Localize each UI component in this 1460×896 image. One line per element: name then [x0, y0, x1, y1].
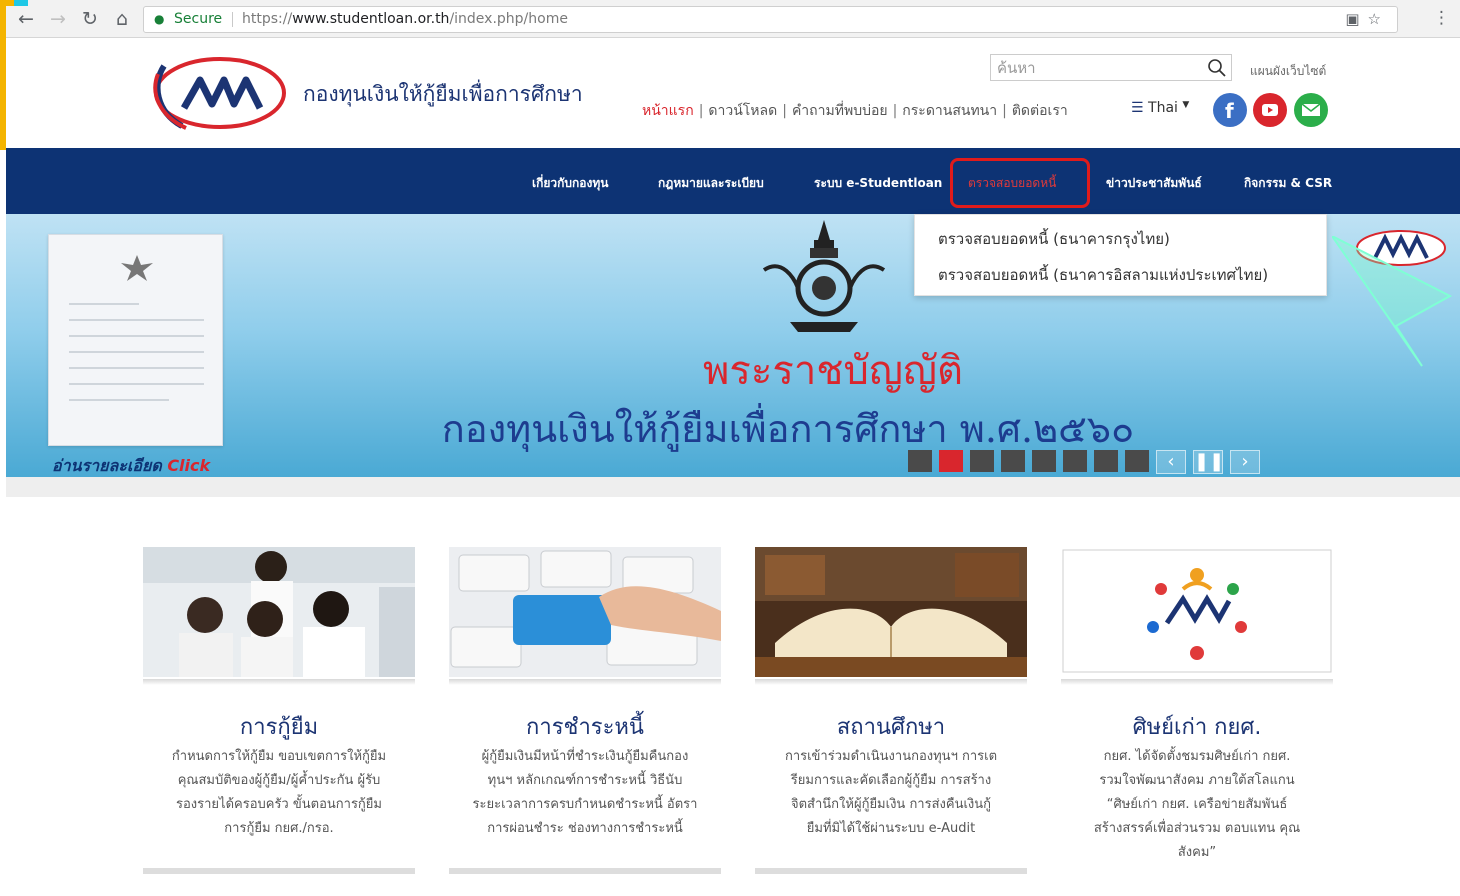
- site-header: กองทุนเงินให้กู้ยืมเพื่อการศึกษา แผนผังเ…: [6, 38, 1460, 148]
- tab-strip-teal: [14, 0, 28, 6]
- document-line: [69, 303, 139, 305]
- card-footer-bar: [143, 868, 415, 874]
- royal-emblem-icon: [762, 220, 886, 332]
- card-institution[interactable]: สถานศึกษา การเข้าร่วมดำเนินงานกองทุนฯ กา…: [755, 547, 1027, 896]
- facebook-icon[interactable]: f: [1213, 93, 1247, 127]
- card-loan[interactable]: การกู้ยืม กำหนดการให้กู้ยืม ขอบเขตการให้…: [143, 547, 415, 896]
- youtube-icon[interactable]: [1253, 93, 1287, 127]
- search-box: [990, 54, 1232, 81]
- chevron-left-icon[interactable]: ‹: [1156, 450, 1186, 474]
- slide-indicator[interactable]: [1063, 450, 1087, 472]
- card-image-students[interactable]: [143, 547, 415, 677]
- nav-item-highlight: [950, 158, 1090, 208]
- main-navigation: เกี่ยวกับกองทุน กฎหมายและระเบียบ ระบบ e-…: [6, 148, 1460, 214]
- forward-icon[interactable]: →: [46, 7, 70, 31]
- svg-text:f: f: [1225, 99, 1234, 123]
- nav-item-law[interactable]: กฎหมายและระเบียบ: [658, 174, 764, 193]
- card-image-books[interactable]: [755, 547, 1027, 677]
- top-link-faq[interactable]: คำถามที่พบบ่อย: [792, 103, 888, 119]
- garuda-emblem-icon: [121, 255, 153, 281]
- nav-item-e-studentloan[interactable]: ระบบ e-Studentloan: [814, 174, 942, 193]
- dropdown-item-ktb[interactable]: ตรวจสอบยอดหนี้ (ธนาคารกรุงไทย): [938, 227, 1170, 251]
- slide-indicator[interactable]: [1125, 450, 1149, 472]
- nav-item-news[interactable]: ข่าวประชาสัมพันธ์: [1106, 174, 1202, 193]
- slide-indicator[interactable]: [908, 450, 932, 472]
- slider-controls: ‹ ❚❚ ›: [908, 450, 1260, 476]
- check-debt-dropdown: ตรวจสอบยอดหนี้ (ธนาคารกรุงไทย) ตรวจสอบยอ…: [914, 214, 1327, 296]
- nav-item-about[interactable]: เกี่ยวกับกองทุน: [532, 174, 608, 193]
- card-title[interactable]: ศิษย์เก่า กยศ.: [1061, 709, 1333, 744]
- card-alumni[interactable]: ศิษย์เก่า กยศ. กยศ. ได้จัดตั้งชมรมศิษย์เ…: [1061, 547, 1333, 896]
- menu-lines-icon: ☰: [1131, 100, 1144, 116]
- url-text[interactable]: https://www.studentloan.or.th/index.php/…: [242, 7, 568, 32]
- banner-title-line1: พระราชบัญญัติ: [703, 348, 963, 394]
- nav-item-activities[interactable]: กิจกรรม & CSR: [1244, 174, 1332, 193]
- card-repayment[interactable]: การชำระหนี้ ผู้กู้ยืมเงินมีหน้าที่ชำระเง…: [449, 547, 721, 896]
- card-shadow: [755, 679, 1027, 685]
- arrow-graphic: [1332, 236, 1453, 367]
- card-shadow: [449, 679, 721, 685]
- chevron-right-icon[interactable]: ›: [1230, 450, 1260, 474]
- search-input[interactable]: [997, 57, 1197, 78]
- lock-icon: ●: [154, 12, 165, 26]
- card-shadow: [143, 679, 415, 685]
- top-link-contact[interactable]: ติดต่อเรา: [1012, 103, 1068, 119]
- address-separator: [232, 12, 233, 27]
- card-description: การเข้าร่วมดำเนินงานกองทุนฯ การเต รียมการ…: [784, 749, 998, 836]
- org-name[interactable]: กองทุนเงินให้กู้ยืมเพื่อการศึกษา: [303, 78, 583, 111]
- slide-indicator[interactable]: [1001, 450, 1025, 472]
- card-title[interactable]: การชำระหนี้: [449, 709, 721, 744]
- address-bar[interactable]: ● Secure https://www.studentloan.or.th/i…: [143, 6, 1398, 33]
- mail-icon[interactable]: [1294, 93, 1328, 127]
- sitemap-link[interactable]: แผนผังเว็บไซต์: [1250, 62, 1326, 81]
- card-title[interactable]: การกู้ยืม: [143, 709, 415, 744]
- language-selector[interactable]: ☰ Thai ▼: [1131, 100, 1189, 116]
- document-line: [69, 335, 204, 337]
- browser-toolbar: ← → ↻ ⌂ ● Secure https://www.studentloan…: [0, 0, 1460, 38]
- card-description: ผู้กู้ยืมเงินมีหน้าที่ชำระเงินกู้ยืมคืนก…: [472, 749, 698, 836]
- card-title[interactable]: สถานศึกษา: [755, 709, 1027, 744]
- slide-indicator-active[interactable]: [939, 450, 963, 472]
- card-footer-bar: [449, 868, 721, 874]
- card-image-keyboard[interactable]: [449, 547, 721, 677]
- slide-indicator[interactable]: [1032, 450, 1056, 472]
- translate-icon[interactable]: ▣☆: [1345, 7, 1389, 32]
- card-image-alumni-logo[interactable]: [1061, 547, 1333, 677]
- secure-label: Secure: [174, 11, 223, 27]
- top-link-forum[interactable]: กระดานสนทนา: [902, 103, 997, 119]
- document-line: [69, 319, 204, 321]
- language-label: Thai: [1148, 100, 1178, 116]
- site-logo[interactable]: [146, 54, 291, 132]
- card-shadow: [1061, 679, 1333, 685]
- slide-indicator[interactable]: [970, 450, 994, 472]
- reload-icon[interactable]: ↻: [78, 7, 102, 31]
- slide-indicator[interactable]: [1094, 450, 1118, 472]
- top-link-download[interactable]: ดาวน์โหลด: [708, 103, 777, 119]
- card-description: กำหนดการให้กู้ยืม ขอบเขตการให้กู้ยืม คุณส…: [171, 749, 387, 836]
- home-icon[interactable]: ⌂: [110, 7, 134, 31]
- star-icon[interactable]: ☆: [1368, 10, 1389, 28]
- pause-icon[interactable]: ❚❚: [1193, 450, 1224, 474]
- back-icon[interactable]: ←: [14, 7, 38, 31]
- top-links: หน้าแรก | ดาวน์โหลด | คำถามที่พบบ่อย | กระดานส…: [642, 103, 1068, 119]
- menu-kebab-icon[interactable]: ⋮: [1433, 8, 1450, 28]
- dropdown-item-ibank[interactable]: ตรวจสอบยอดหนี้ (ธนาคารอิสลามแห่งประเทศไท…: [938, 263, 1268, 287]
- top-link-home[interactable]: หน้าแรก: [642, 103, 694, 119]
- search-icon[interactable]: [1207, 58, 1227, 78]
- section-divider: [6, 477, 1460, 497]
- card-description: กยศ. ได้จัดตั้งชมรมศิษย์เก่า กยศ. รวมใจพั…: [1093, 749, 1301, 860]
- caret-down-icon: ▼: [1182, 100, 1190, 110]
- tab-strip-yellow: [0, 0, 14, 6]
- card-footer-bar: [755, 868, 1027, 874]
